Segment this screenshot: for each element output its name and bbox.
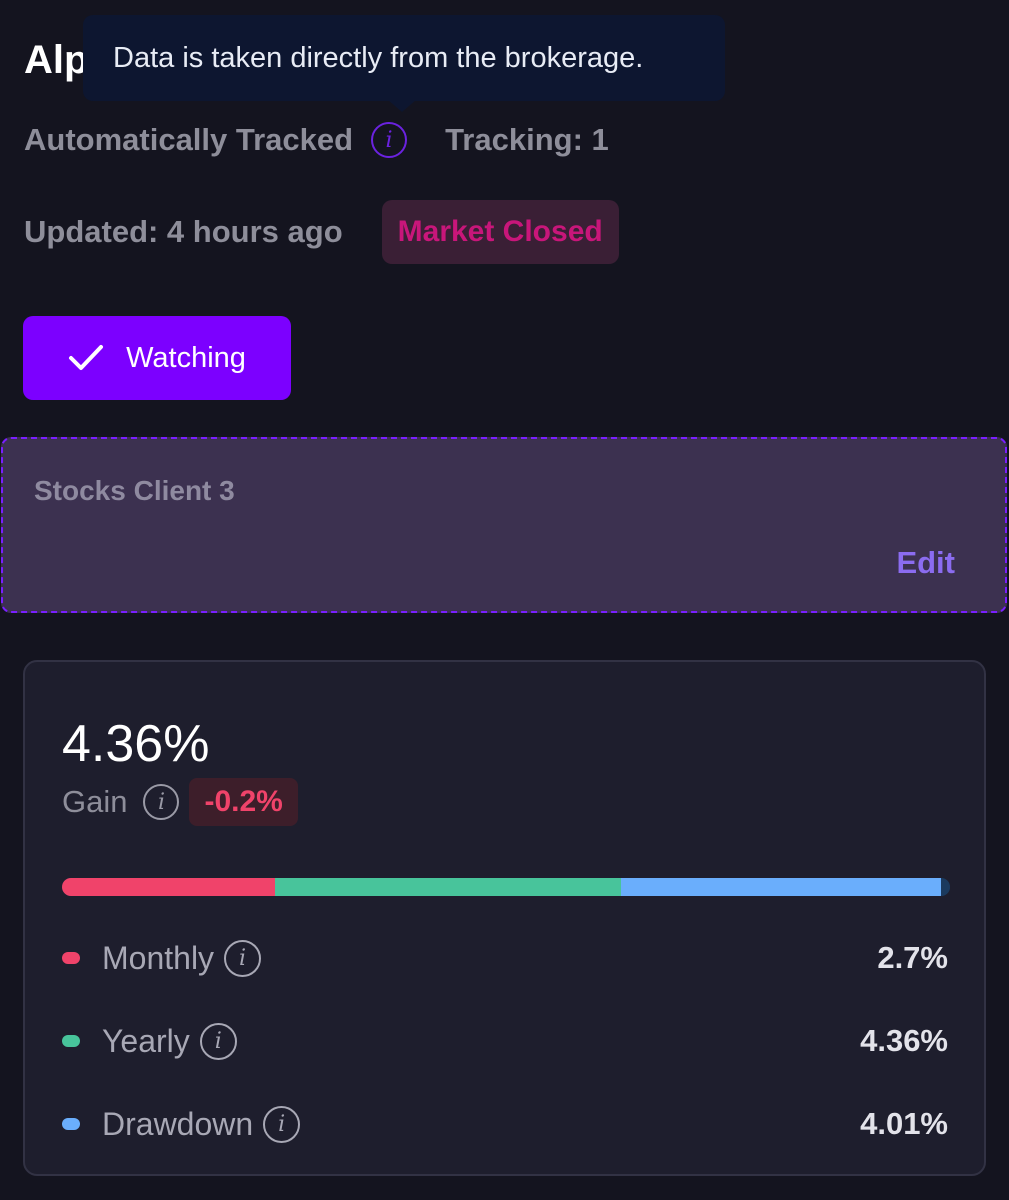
edit-button[interactable]: Edit	[896, 545, 955, 581]
yearly-dot	[62, 1035, 80, 1047]
metric-label: Yearly	[102, 1022, 190, 1059]
yearly-info-icon[interactable]: i	[199, 1022, 237, 1060]
check-icon	[69, 345, 104, 370]
tracking-row: Automatically Tracked i Tracking: 1	[24, 118, 609, 162]
info-icon[interactable]: i	[371, 122, 408, 158]
tracking-count: Tracking: 1	[445, 122, 609, 157]
drawdown-info-icon[interactable]: i	[263, 1105, 301, 1143]
note-text: Stocks Client 3	[34, 475, 235, 506]
tooltip-arrow	[388, 100, 416, 112]
metric-label: Drawdown	[102, 1105, 254, 1142]
gain-value: 4.36%	[62, 715, 210, 773]
gain-label: Gain	[62, 784, 128, 819]
watching-button[interactable]: Watching	[23, 316, 291, 400]
metric-value: 4.01%	[860, 1106, 948, 1141]
monthly-info-icon[interactable]: i	[224, 939, 262, 977]
gain-change-badge: -0.2%	[189, 778, 298, 826]
stats-card: 4.36% Gain i -0.2% Monthly i 2.7% Yearly…	[23, 660, 986, 1176]
metric-row-yearly: Yearly i 4.36%	[62, 1019, 948, 1063]
watching-button-label: Watching	[126, 341, 246, 374]
gain-info-icon[interactable]: i	[143, 784, 180, 820]
metric-value: 4.36%	[860, 1023, 948, 1058]
gain-row: Gain i -0.2%	[62, 778, 298, 826]
bar-segment-rest	[941, 878, 950, 896]
updated-label: Updated: 4 hours ago	[24, 214, 343, 249]
tooltip-text: Data is taken directly from the brokerag…	[113, 41, 644, 74]
market-status-badge: Market Closed	[381, 200, 619, 264]
bar-segment-drawdown	[621, 878, 942, 896]
note-box[interactable]: Stocks Client 3 Edit	[1, 437, 1007, 613]
bar-segment-monthly	[62, 878, 276, 896]
metric-row-drawdown: Drawdown i 4.01%	[62, 1102, 948, 1146]
tracked-label: Automatically Tracked	[24, 122, 354, 157]
page-title: Alp	[24, 38, 89, 82]
status-row: Updated: 4 hours ago Market Closed	[24, 200, 619, 264]
stats-bar	[62, 878, 950, 896]
metric-row-monthly: Monthly i 2.7%	[62, 936, 948, 980]
bar-segment-yearly	[275, 878, 622, 896]
drawdown-dot	[62, 1118, 80, 1130]
info-tooltip: Data is taken directly from the brokerag…	[83, 15, 725, 101]
metric-value: 2.7%	[877, 940, 948, 975]
monthly-dot	[62, 952, 80, 964]
metric-label: Monthly	[102, 939, 215, 976]
